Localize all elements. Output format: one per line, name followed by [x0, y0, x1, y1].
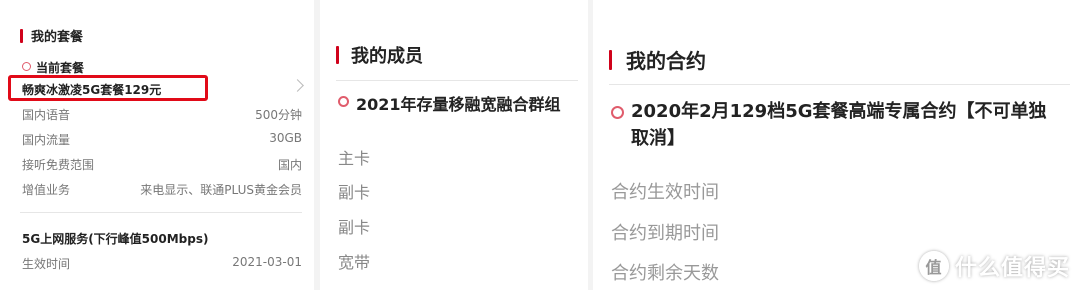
row-label: 国内语音 — [22, 108, 71, 122]
group-name: 2021年存量移融宽融合群组 — [356, 95, 561, 114]
contract-name: 2020年2月129档5G套餐高端专属合约【不可单独取消】 — [631, 101, 1047, 149]
row-value: 2021-03-01 — [232, 255, 302, 269]
section-accent-bar — [20, 28, 23, 43]
contract-field: 合约到期时间 — [611, 223, 719, 244]
bullet-ring-icon — [22, 62, 31, 71]
plan-panel: 我的套餐 当前套餐 畅爽冰激凌5G套餐129元 国内语音 500分钟 国内流量 … — [0, 0, 314, 290]
row-value: 来电显示、联通PLUS黄金会员 — [140, 183, 302, 197]
section-accent-bar — [609, 49, 612, 70]
contract-section-title: 我的合约 — [626, 49, 706, 73]
plan-detail-row: 国内流量 30GB — [22, 131, 302, 148]
contract-field: 合约生效时间 — [611, 182, 719, 203]
service-detail-row: 生效时间 2021-03-01 — [22, 255, 302, 272]
row-label: 生效时间 — [22, 257, 71, 271]
plan-section-header: 我的套餐 — [20, 26, 83, 45]
bullet-ring-icon — [338, 96, 349, 107]
member-item[interactable]: 副卡 — [338, 214, 370, 238]
plan-name[interactable]: 畅爽冰激凌5G套餐129元 — [22, 81, 161, 98]
members-section-title: 我的成员 — [351, 46, 423, 67]
members-section-header: 我的成员 — [336, 42, 423, 68]
watermark-logo-icon: 值 — [918, 251, 949, 281]
member-item[interactable]: 副卡 — [338, 179, 370, 203]
row-value: 30GB — [269, 131, 302, 145]
row-label: 国内流量 — [22, 133, 71, 147]
section-accent-bar — [336, 46, 339, 64]
row-value: 国内 — [277, 158, 302, 172]
contract-field: 合约剩余天数 — [611, 263, 719, 284]
service-title: 5G上网服务(下行峰值500Mbps) — [22, 232, 209, 246]
contract-section-header: 我的合约 — [609, 45, 706, 74]
plan-section-title: 我的套餐 — [31, 30, 84, 45]
plan-detail-row: 接听免费范围 国内 — [22, 156, 302, 173]
watermark-text: 什么值得买 — [954, 256, 1070, 281]
watermark: 值 什么值得买 — [918, 250, 1070, 282]
plan-detail-row: 国内语音 500分钟 — [22, 106, 302, 123]
bullet-ring-icon — [611, 106, 624, 119]
members-panel: 我的成员 2021年存量移融宽融合群组 主卡 副卡 副卡 宽带 — [320, 0, 588, 290]
divider — [20, 212, 302, 213]
chevron-right-icon[interactable] — [291, 79, 304, 92]
divider — [336, 80, 578, 81]
contract-panel: 我的合约 2020年2月129档5G套餐高端专属合约【不可单独取消】 合约生效时… — [593, 0, 1080, 290]
row-label: 增值业务 — [22, 183, 71, 197]
member-item[interactable]: 宽带 — [338, 249, 370, 273]
row-label: 接听免费范围 — [22, 158, 95, 172]
member-item[interactable]: 主卡 — [338, 145, 370, 169]
current-plan-label: 当前套餐 — [36, 61, 85, 75]
row-value: 500分钟 — [255, 108, 302, 122]
plan-detail-row: 增值业务 来电显示、联通PLUS黄金会员 — [22, 181, 302, 198]
divider — [609, 84, 1070, 85]
